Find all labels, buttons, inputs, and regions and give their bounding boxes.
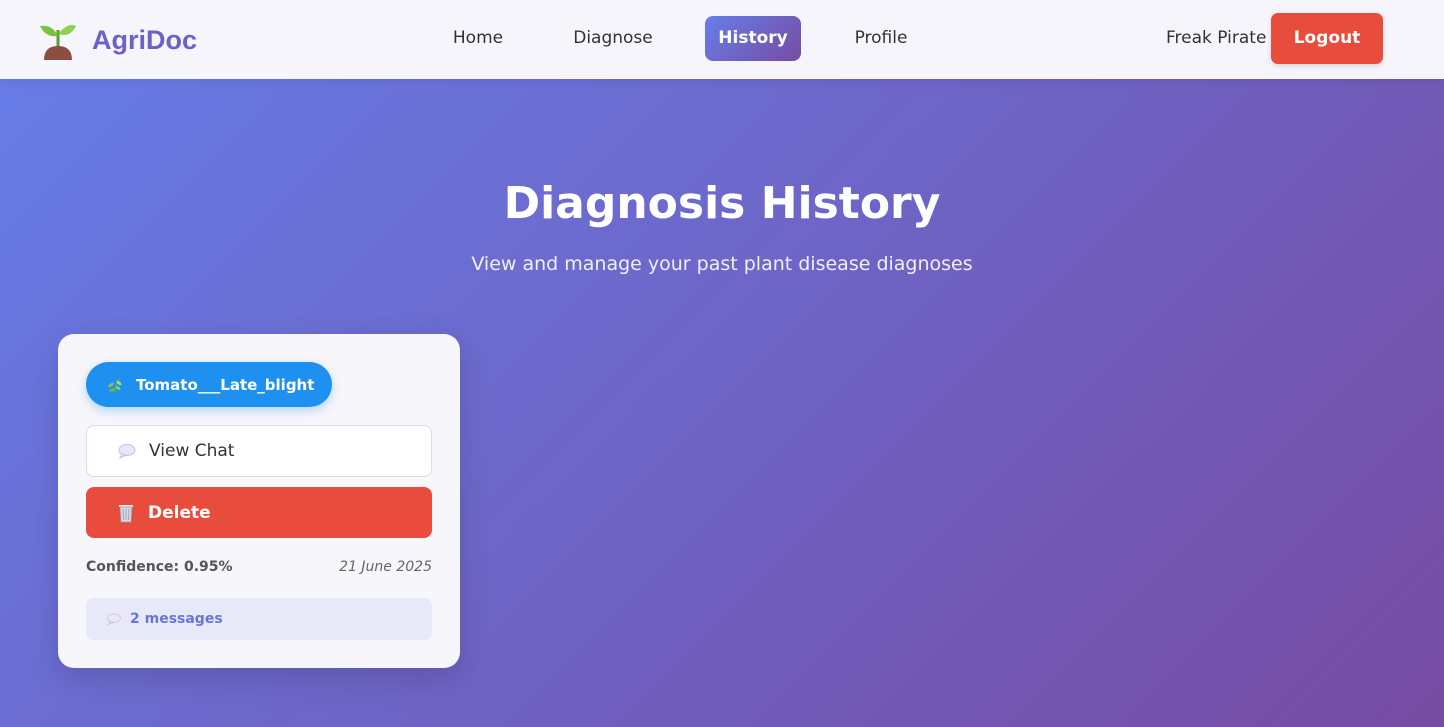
nav-history[interactable]: History xyxy=(705,16,801,61)
diagnosis-card: Tomato___Late_blight View Chat Delete Co… xyxy=(58,334,460,668)
page-title: Diagnosis History xyxy=(503,178,941,229)
delete-label: Delete xyxy=(148,502,211,523)
messages-count[interactable]: 2 messages xyxy=(86,598,432,640)
speech-bubble-icon xyxy=(118,444,136,460)
navbar: AgriDoc Home Diagnose History Profile Fr… xyxy=(0,0,1444,79)
delete-button[interactable]: Delete xyxy=(86,487,432,538)
meta-row: Confidence: 0.95% 21 June 2025 xyxy=(86,559,432,579)
disease-name: Tomato___Late_blight xyxy=(136,375,315,394)
view-chat-button[interactable]: View Chat xyxy=(86,425,432,477)
speech-bubble-icon xyxy=(107,613,121,626)
confidence-text: Confidence: 0.95% xyxy=(86,559,233,575)
disease-badge: Tomato___Late_blight xyxy=(86,362,333,407)
view-chat-label: View Chat xyxy=(149,441,235,461)
page-subtitle: View and manage your past plant disease … xyxy=(471,253,973,275)
messages-count-label: 2 messages xyxy=(130,611,223,627)
diagnosis-date: 21 June 2025 xyxy=(339,559,432,575)
nav-home[interactable]: Home xyxy=(448,16,508,61)
logout-button[interactable]: Logout xyxy=(1271,13,1383,64)
username: Freak Pirate xyxy=(1166,28,1267,48)
wastebasket-icon xyxy=(119,504,133,522)
nav-diagnose[interactable]: Diagnose xyxy=(570,16,656,61)
nav-profile[interactable]: Profile xyxy=(850,16,912,61)
herb-icon xyxy=(108,377,122,393)
